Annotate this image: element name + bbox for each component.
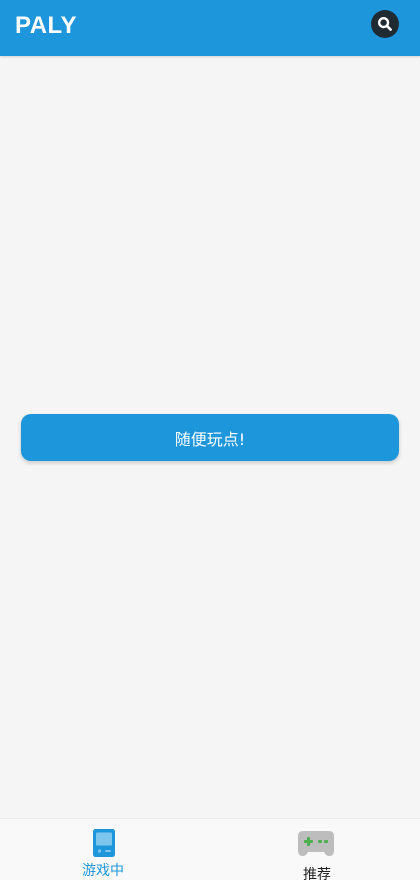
app-bar: PALY <box>0 0 420 56</box>
app-title: PALY <box>15 12 78 39</box>
nav-item-recommend-label: 推荐 <box>303 867 331 880</box>
search-button[interactable] <box>371 10 399 38</box>
app-screen: PALY 随便玩点! 游戏中 推荐 <box>0 0 420 880</box>
handheld-console-icon <box>93 829 115 857</box>
bottom-navigation: 游戏中 推荐 <box>0 818 420 880</box>
random-play-button[interactable]: 随便玩点! <box>21 414 399 461</box>
search-icon <box>377 16 392 31</box>
nav-item-playing[interactable]: 游戏中 <box>0 819 210 880</box>
random-play-button-label: 随便玩点! <box>174 429 246 449</box>
gamepad-icon <box>298 831 334 856</box>
nav-item-playing-label: 游戏中 <box>82 863 124 879</box>
nav-item-recommend[interactable]: 推荐 <box>210 819 420 880</box>
